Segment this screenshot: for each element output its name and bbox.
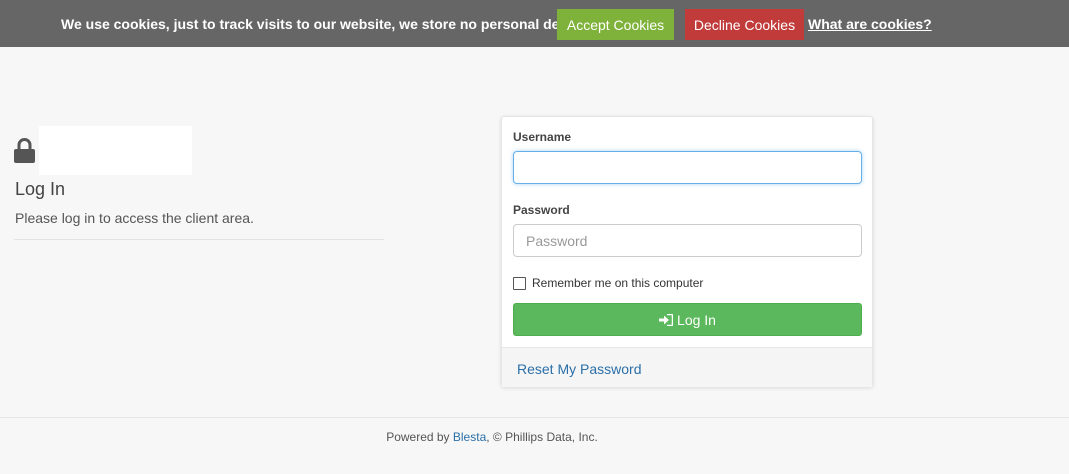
remember-me-label[interactable]: Remember me on this computer [532,276,703,290]
sign-in-icon [659,313,674,326]
password-input[interactable] [513,224,862,257]
username-input[interactable] [513,151,862,184]
login-button[interactable]: Log In [513,303,862,336]
remember-me-checkbox[interactable] [513,277,526,290]
login-panel-footer: Reset My Password [502,347,872,387]
cookie-banner: We use cookies, just to track visits to … [0,0,1069,47]
login-panel: Username Password Remember me on this co… [501,116,873,387]
cookie-message: We use cookies, just to track visits to … [61,16,592,32]
login-button-label: Log In [677,311,716,328]
page-subtitle: Please log in to access the client area. [15,210,254,226]
what-are-cookies-link[interactable]: What are cookies? [808,16,932,32]
reset-password-link[interactable]: Reset My Password [517,361,641,377]
divider [14,239,384,240]
password-label: Password [513,203,570,217]
decline-cookies-button[interactable]: Decline Cookies [685,9,804,40]
page-footer: Powered by Blesta, © Phillips Data, Inc. [0,430,984,444]
company-logo [39,126,192,175]
footer-prefix: Powered by [386,430,453,444]
blesta-link[interactable]: Blesta [453,430,486,444]
footer-suffix: , © Phillips Data, Inc. [486,430,598,444]
page-title: Log In [15,179,66,199]
username-label: Username [513,130,572,144]
lock-icon [14,138,35,163]
footer-divider [0,417,1069,418]
accept-cookies-button[interactable]: Accept Cookies [557,9,674,40]
